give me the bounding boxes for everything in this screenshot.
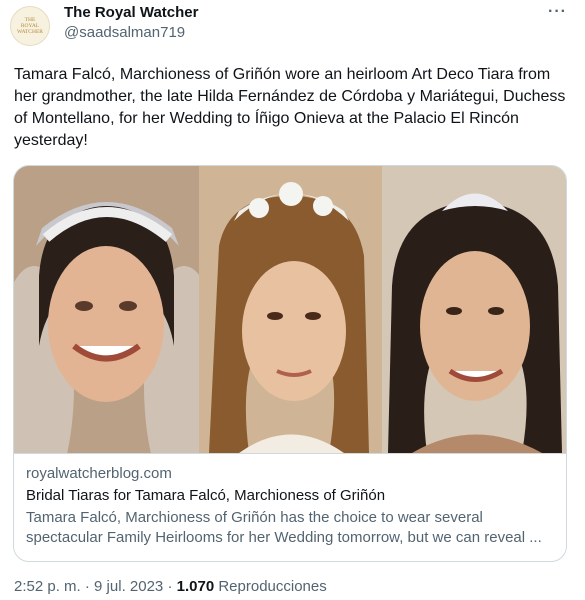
avatar-line: WATCHER [17, 29, 43, 35]
separator: · [84, 578, 90, 595]
link-description: Tamara Falcó, Marchioness of Griñón has … [26, 509, 542, 546]
tweet-meta: 2:52 p. m. · 9 jul. 2023 · 1.070 Reprodu… [14, 578, 327, 595]
view-count-label: Reproducciones [218, 578, 327, 595]
avatar[interactable]: THE ROYAL WATCHER [10, 6, 50, 46]
author-handle[interactable]: @saadsalman719 [64, 24, 185, 41]
tweet-date[interactable]: 9 jul. 2023 [94, 578, 163, 595]
more-horizontal-icon[interactable]: ··· [548, 3, 567, 21]
bride-photo-center [199, 166, 382, 453]
link-card-image[interactable] [14, 166, 566, 453]
tweet: THE ROYAL WATCHER The Royal Watcher @saa… [0, 0, 585, 600]
photo-illustration [199, 166, 382, 453]
link-card[interactable]: royalwatcherblog.com Bridal Tiaras for T… [13, 165, 567, 562]
tweet-text: Tamara Falcó, Marchioness of Griñón wore… [14, 66, 566, 149]
bride-photo-left [14, 166, 199, 453]
author-name[interactable]: The Royal Watcher [64, 4, 198, 21]
tweet-time[interactable]: 2:52 p. m. [14, 578, 81, 595]
link-card-meta[interactable]: royalwatcherblog.com Bridal Tiaras for T… [14, 453, 566, 561]
link-domain[interactable]: royalwatcherblog.com [26, 464, 556, 484]
photo-illustration [14, 166, 199, 453]
photo-illustration [382, 166, 566, 453]
separator: · [167, 578, 173, 595]
link-title[interactable]: Bridal Tiaras for Tamara Falcó, Marchion… [26, 486, 556, 506]
view-count: 1.070 [176, 578, 215, 595]
bride-photo-right [382, 166, 566, 453]
